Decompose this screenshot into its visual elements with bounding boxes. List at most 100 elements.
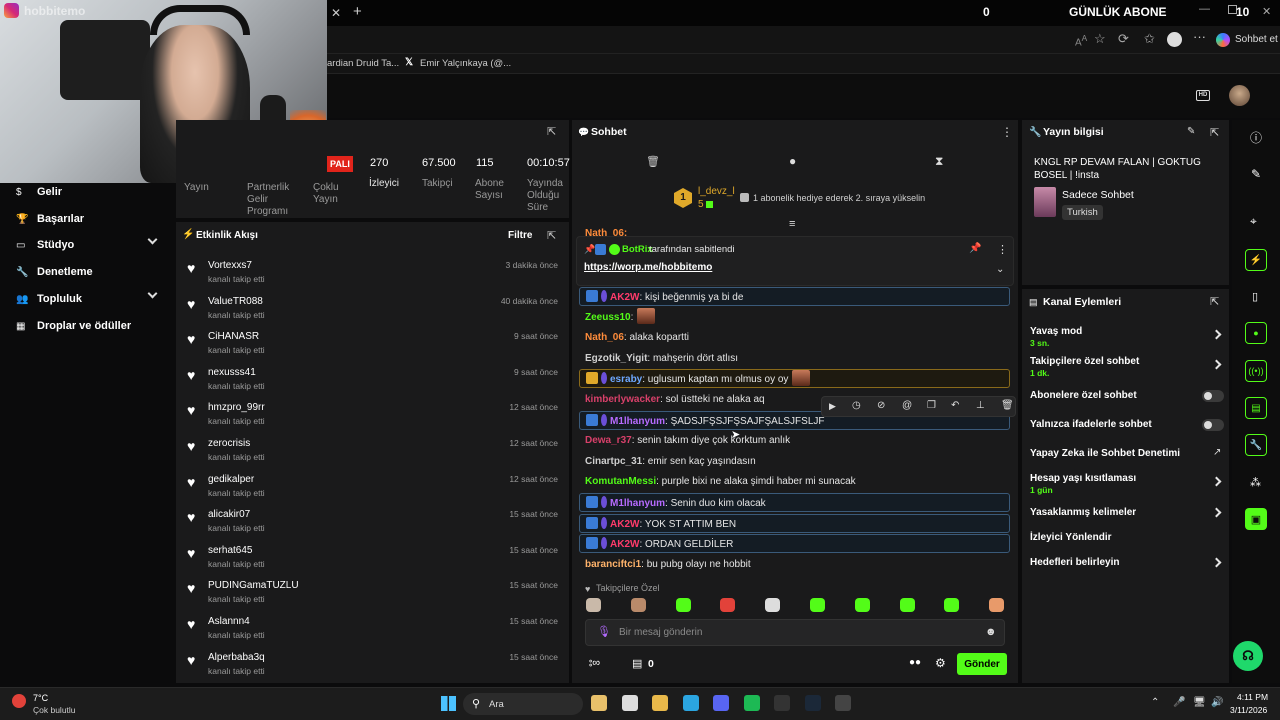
chat-message[interactable]: baranciftci1: bu pubg olayı ne hobbit <box>579 555 1010 574</box>
support-button[interactable]: ☊ <box>1233 641 1263 671</box>
activity-user[interactable]: gedikalper <box>208 474 254 485</box>
rail-image-button[interactable]: ▣ <box>1245 508 1267 530</box>
folder-icon[interactable] <box>652 695 668 711</box>
taskbar-search[interactable] <box>463 693 583 715</box>
rail-pencil-icon[interactable]: ✎ <box>1251 167 1261 181</box>
reply-icon[interactable]: ↶ <box>951 400 959 411</box>
tray-chevron-icon[interactable]: ⌃ <box>1151 697 1159 708</box>
rail-broadcast-button[interactable]: ((•)) <box>1245 360 1267 382</box>
chat-username[interactable]: Cinartpc_31 <box>585 456 642 467</box>
emote-9[interactable] <box>989 598 1005 612</box>
emote-3[interactable] <box>720 598 736 612</box>
activity-user[interactable]: Vortexxs7 <box>208 260 252 271</box>
chat-username[interactable]: AK2W <box>610 292 639 303</box>
chat-message[interactable]: M1lhanyum: Senin duo kim olacak <box>579 493 1010 512</box>
hourglass-icon[interactable]: ⧗ <box>935 154 943 169</box>
chat-message[interactable]: AK2W: YOK ST ATTIM BEN <box>579 513 1010 533</box>
windows-start-icon[interactable] <box>441 696 456 711</box>
activity-user[interactable]: Alperbaba3q <box>208 652 265 663</box>
rail-chat-button[interactable]: ● <box>1245 322 1267 344</box>
chat-username[interactable]: Zeeuss10 <box>585 312 631 323</box>
pinned-menu-icon[interactable]: ⋮ <box>997 243 1008 256</box>
unpin-icon[interactable]: 📌 <box>969 243 981 254</box>
timeout-icon[interactable]: ◷ <box>852 400 861 411</box>
copilot-icon[interactable] <box>1216 33 1230 47</box>
rail-target-icon[interactable]: ⌖ <box>1250 214 1257 229</box>
points-icon[interactable]: ⦂∞ <box>589 657 600 670</box>
activity-user[interactable]: nexusss41 <box>208 367 256 378</box>
steam-icon[interactable] <box>804 695 821 711</box>
spotify-icon[interactable] <box>743 695 760 711</box>
favorites-icon[interactable]: ✩ <box>1144 31 1155 47</box>
channel-actions-expand-icon[interactable]: ⇱ <box>1210 295 1219 308</box>
collapse-icon[interactable]: ≡ <box>789 218 795 230</box>
chat-username[interactable]: AK2W <box>610 519 639 530</box>
activity-user[interactable]: serhat645 <box>208 545 252 556</box>
toggle-switch[interactable] <box>1202 390 1224 402</box>
chat-username[interactable]: baranciftci1 <box>585 559 641 570</box>
read-aloud-icon[interactable]: AA <box>1075 33 1087 48</box>
activity-user[interactable]: hmzpro_99rr <box>208 402 265 413</box>
profile-browser-icon[interactable] <box>1167 32 1182 47</box>
more-icon[interactable]: ··· <box>1193 29 1206 44</box>
chat-menu-icon[interactable]: ⋮ <box>1001 125 1013 139</box>
terminal-icon[interactable] <box>774 695 790 711</box>
delete-icon[interactable]: 🗑 <box>1001 400 1014 411</box>
tray-network-icon[interactable]: 🖥 <box>1193 697 1206 708</box>
activity-user[interactable]: PUDINGamaTUZLU <box>208 580 299 591</box>
settings-gear-icon[interactable]: ⚙ <box>935 656 946 670</box>
external-link-icon[interactable]: ↗ <box>1213 447 1221 458</box>
emote-4[interactable] <box>765 598 781 612</box>
chat-mode-icon[interactable]: ● <box>789 154 796 168</box>
emote-2[interactable] <box>675 598 691 612</box>
bookmark-2[interactable]: Emir Yalçınkaya (@... <box>420 58 511 69</box>
file-explorer-icon[interactable] <box>621 695 638 711</box>
emote-7[interactable] <box>899 598 915 612</box>
rail-bolt-button[interactable]: ⚡ <box>1245 249 1267 271</box>
activity-expand-icon[interactable]: ⇱ <box>547 229 556 242</box>
expand-icon[interactable]: ⇱ <box>547 125 556 138</box>
close-tab-icon[interactable]: ✕ <box>331 6 341 20</box>
tray-volume-icon[interactable]: 🔊 <box>1211 697 1223 708</box>
rail-doc-icon[interactable]: ▯ <box>1252 290 1258 303</box>
emote-0[interactable] <box>586 598 601 612</box>
mic-icon[interactable]: 🎙 <box>597 625 611 638</box>
filter-button[interactable]: Filtre <box>508 230 532 241</box>
rail-layout-button[interactable]: ▤ <box>1245 397 1267 419</box>
emoji-icon[interactable]: ☻ <box>985 626 997 638</box>
toggle-switch[interactable] <box>1202 419 1224 431</box>
copy-icon[interactable]: ❐ <box>927 400 936 411</box>
activity-user[interactable]: CiHANASR <box>208 331 259 342</box>
emote-6[interactable] <box>854 598 870 612</box>
activity-user[interactable]: Aslannn4 <box>208 616 250 627</box>
pinned-expand-icon[interactable]: ⌄ <box>996 264 1004 275</box>
user-avatar[interactable] <box>1229 85 1250 106</box>
chat-input-placeholder[interactable]: Bir mesaj gönderin <box>619 627 702 638</box>
chat-username[interactable]: M1lhanyum <box>610 498 665 509</box>
chat-message[interactable]: esraby: uglusum kaptan mı olmus oy oy <box>579 369 1010 389</box>
activity-user[interactable]: alicakir07 <box>208 509 250 520</box>
edge-icon[interactable] <box>682 695 699 711</box>
pinned-link[interactable]: https://worp.me/hobbitemo <box>584 262 712 273</box>
tray-mic-icon[interactable]: 🎤 <box>1173 697 1185 708</box>
chat-message[interactable]: Zeeuss10: <box>579 307 1010 327</box>
activity-user[interactable]: zerocrisis <box>208 438 250 449</box>
pin-message-icon[interactable]: ⊥ <box>976 400 985 411</box>
chat-message[interactable]: AK2W: ORDAN GELDİLER <box>579 534 1010 554</box>
emote-8[interactable] <box>944 598 960 612</box>
send-button[interactable]: Gönder <box>957 653 1007 675</box>
refresh-icon[interactable]: ⟳ <box>1118 31 1129 47</box>
chat-username[interactable]: Dewa_r37 <box>585 435 632 446</box>
activity-user[interactable]: ValueTR088 <box>208 296 263 307</box>
chat-message[interactable]: Egzotik_Yigit: mahşerin dört atlısı <box>579 349 1010 368</box>
widgets-icon[interactable] <box>591 695 607 711</box>
close-window-icon[interactable]: ✕ <box>1262 5 1271 18</box>
gift-user[interactable]: l_devz_l <box>698 186 735 197</box>
chat-message[interactable]: AK2W: kişi beğenmiş ya bi de <box>579 287 1010 306</box>
mention-icon[interactable]: @ <box>902 400 912 411</box>
rail-info-icon[interactable]: ⓘ <box>1250 129 1262 146</box>
play-icon[interactable]: ▶ <box>829 401 836 412</box>
hd-badge-icon[interactable]: HD <box>1196 90 1210 101</box>
trash-icon[interactable]: 🗑 <box>646 155 660 168</box>
minimize-icon[interactable]: — <box>1199 3 1210 15</box>
